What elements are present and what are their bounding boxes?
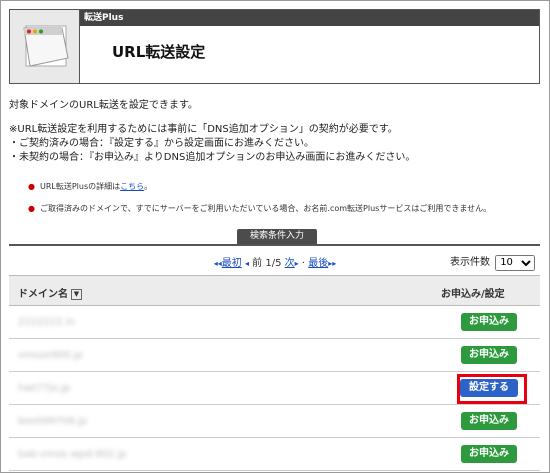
tab-divider: [9, 244, 540, 246]
pager-first-link[interactable]: 最初: [222, 258, 242, 269]
action-column-header: お申込み/設定: [441, 289, 505, 300]
domain-column-header: ドメイン名 ▼: [18, 285, 82, 300]
page-header: 転送Plus URL転送設定: [9, 9, 540, 84]
last-arrow-icon: ▸▸: [328, 259, 337, 268]
details-link[interactable]: こちら: [120, 182, 144, 191]
domain-name: vmoze900.jp: [18, 350, 83, 361]
page-title: URL転送設定: [112, 43, 206, 61]
table-row: bab-vmox.wpd-902.jp お申込み: [9, 438, 540, 471]
brand-bar: 転送Plus: [80, 10, 539, 26]
apply-button[interactable]: お申込み: [461, 445, 517, 463]
forwarding-window-icon: [10, 10, 80, 83]
bullet-dot-icon: ●: [28, 182, 35, 191]
pager-page-indicator: 1/5: [265, 258, 282, 269]
domain-name: 2222222.in: [18, 317, 75, 328]
apply-button[interactable]: お申込み: [461, 412, 517, 430]
per-page-label: 表示件数: [450, 257, 490, 268]
table-row: vmoze900.jp お申込み: [9, 339, 540, 372]
pager-last-link[interactable]: 最後: [308, 258, 328, 269]
first-arrow-icon: ◂◂: [213, 259, 222, 268]
per-page-control: 表示件数 10: [450, 253, 536, 271]
domain-table: ドメイン名 ▼ お申込み/設定 2222222.in お申込み vmoze900.…: [9, 275, 540, 471]
sort-dropdown-icon[interactable]: ▼: [71, 288, 82, 300]
bullet-item: ● URL転送Plusの詳細はこちら。: [28, 182, 153, 191]
domain-name: bab-vmox.wpd-902.jp: [18, 449, 127, 460]
note-line: ・ご契約済みの場合：『設定する』から設定画面にお進みください。: [9, 138, 314, 149]
table-row: 2222222.in お申込み: [9, 306, 540, 339]
bullet-dot-icon: ●: [28, 204, 35, 213]
highlight-box: [457, 374, 527, 404]
apply-button[interactable]: お申込み: [461, 313, 517, 331]
note-line: ・未契約の場合：『お申込み』よりDNS追加オプションのお申込み画面にお進みくださ…: [9, 152, 416, 163]
intro-text: 対象ドメインのURL転送を設定できます。: [9, 100, 198, 111]
table-header: ドメイン名 ▼ お申込み/設定: [9, 276, 540, 306]
pager-next-link[interactable]: 次: [285, 258, 295, 269]
domain-name: hwt77jo.jp: [18, 383, 71, 394]
next-arrow-icon: ▸: [294, 259, 299, 268]
apply-button[interactable]: お申込み: [461, 346, 517, 364]
pager-prev-label: 前: [252, 258, 263, 269]
bullet-item: ● ご取得済みのドメインで、すでにサーバーをご利用いただいている場合、お名前.co…: [28, 204, 492, 213]
per-page-select[interactable]: 10: [495, 254, 536, 271]
table-row: bee099708.jp お申込み: [9, 405, 540, 438]
search-conditions-tab[interactable]: 検索条件入力: [237, 229, 317, 244]
domain-name: bee099708.jp: [18, 416, 88, 427]
table-row: hwt77jo.jp 設定する: [9, 372, 540, 405]
note-line: ※URL転送設定を利用するためには事前に「DNS追加オプション」の契約が必要です…: [9, 124, 398, 135]
prev-arrow-icon: ◂: [244, 259, 249, 268]
